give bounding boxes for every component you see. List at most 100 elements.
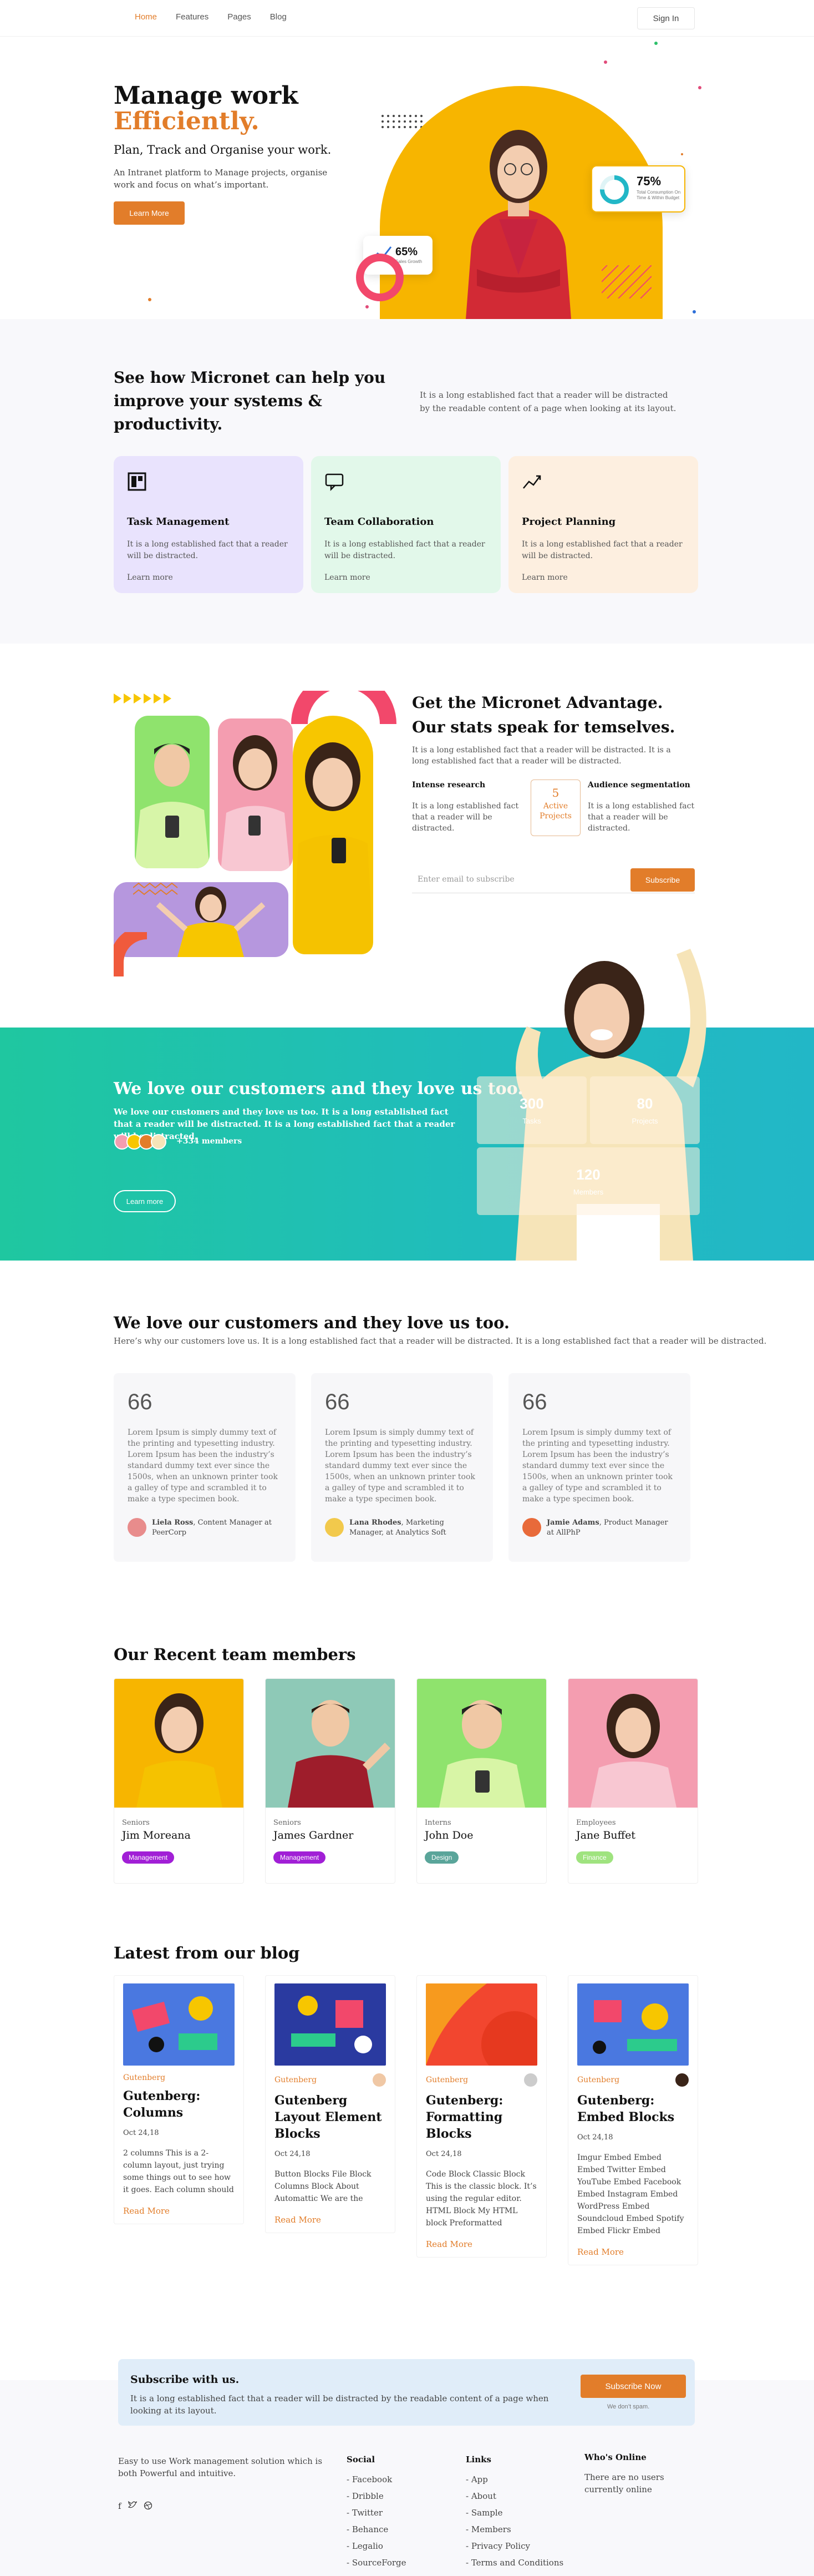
- person-illustration: [439, 1700, 525, 1808]
- dribbble-icon[interactable]: [144, 2501, 152, 2510]
- avatar: [128, 1518, 146, 1537]
- nav-item-pages[interactable]: Pages: [227, 12, 251, 22]
- team-member-card[interactable]: Interns John Doe Design: [416, 1678, 547, 1884]
- member-photo: [568, 1679, 698, 1808]
- footer-link[interactable]: - Sample: [466, 2504, 563, 2521]
- footer-link[interactable]: - Twitter: [347, 2504, 406, 2521]
- nav-links: Home Features Pages Blog: [135, 12, 287, 22]
- illustration-people: [593, 2000, 677, 2054]
- blog-category[interactable]: Gutenberg: [426, 2076, 468, 2084]
- footer-link[interactable]: - Legalio: [347, 2538, 406, 2554]
- audience-segmentation-column: Audience segmentation It is a long estab…: [588, 780, 699, 834]
- subscribe-now-button[interactable]: Subscribe Now: [581, 2375, 686, 2398]
- hero-title-line1: Manage work: [114, 82, 298, 110]
- avatar: [522, 1518, 541, 1537]
- feature-card-text: It is a long established fact that a rea…: [127, 540, 288, 560]
- feature-card-task-management: Task Management It is a long established…: [114, 456, 303, 593]
- facebook-icon[interactable]: f: [118, 2501, 121, 2511]
- team-member-card[interactable]: Seniors James Gardner Management: [265, 1678, 395, 1884]
- footer-online-column: Who's Online There are no users currentl…: [584, 2451, 695, 2496]
- blog-post-card: Gutenberg Gutenberg: Columns Oct 24,18 2…: [114, 1975, 244, 2224]
- testimonial-card: 66 Lorem Ipsum is simply dummy text of t…: [114, 1373, 296, 1562]
- stat-label: Members: [573, 1188, 604, 1196]
- footer-description: Easy to use Work management solution whi…: [118, 2456, 323, 2478]
- subscribe-button[interactable]: Subscribe: [630, 868, 695, 892]
- consumption-caption: Total Consumption On Time & Within Budge…: [637, 190, 681, 200]
- subscribe-box-text: It is a long established fact that a rea…: [130, 2393, 549, 2416]
- blog-post-date: Oct 24,18: [274, 2150, 311, 2158]
- team-title: Our Recent team members: [114, 1645, 356, 1664]
- top-navbar: Home Features Pages Blog Sign In: [0, 0, 814, 37]
- blog-category[interactable]: Gutenberg: [577, 2076, 619, 2084]
- person-illustration: [288, 1700, 390, 1808]
- blog-post-title[interactable]: Gutenberg: Columns: [123, 2088, 235, 2121]
- twitter-icon[interactable]: [128, 2501, 137, 2509]
- red-quarter-decoration: [114, 932, 147, 976]
- footer-link[interactable]: - Members: [466, 2521, 563, 2538]
- footer-social-column: Social - Facebook - Dribble - Twitter - …: [347, 2451, 406, 2571]
- layout-icon: [128, 472, 146, 491]
- footer-link[interactable]: - About: [466, 2488, 563, 2504]
- feature-learn-more-link[interactable]: Learn more: [522, 573, 685, 582]
- footer-social-icons: f: [118, 2501, 152, 2511]
- blog-category[interactable]: Gutenberg: [274, 2076, 317, 2084]
- blog-post-title[interactable]: Gutenberg Layout Element Blocks: [274, 2092, 386, 2142]
- footer-link[interactable]: - Terms and Conditions: [466, 2554, 563, 2571]
- read-more-link[interactable]: Read More: [123, 2206, 235, 2216]
- footer-link[interactable]: - SourceForge: [347, 2554, 406, 2571]
- hero-title-accent: Efficiently.: [114, 107, 260, 135]
- stat-number: 80: [637, 1095, 653, 1112]
- member-role: Employees: [576, 1819, 616, 1827]
- consumption-card: 75% Total Consumption On Time & Within B…: [591, 165, 685, 212]
- member-name: Jim Moreana: [122, 1829, 191, 1841]
- footer-column-title: Who's Online: [584, 2452, 647, 2462]
- blog-post-title[interactable]: Gutenberg: Embed Blocks: [577, 2092, 689, 2125]
- footer-links-column: Links - App - About - Sample - Members -…: [466, 2451, 563, 2571]
- member-avatars: [114, 1134, 166, 1150]
- nav-item-home[interactable]: Home: [135, 12, 157, 22]
- blog-post-title[interactable]: Gutenberg: Formatting Blocks: [426, 2092, 537, 2142]
- member-tag: Management: [122, 1851, 175, 1864]
- feature-card-title: Project Planning: [522, 516, 616, 528]
- read-more-link[interactable]: Read More: [274, 2215, 386, 2225]
- advantage-title: Get the Micronet Advantage. Our stats sp…: [412, 694, 675, 736]
- member-photo: [417, 1679, 546, 1808]
- footer-link[interactable]: - Behance: [347, 2521, 406, 2538]
- person-illustration: [136, 1693, 222, 1808]
- chat-icon: [325, 473, 344, 492]
- hero-description: An Intranet platform to Manage projects,…: [114, 168, 328, 190]
- read-more-link[interactable]: Read More: [426, 2239, 537, 2249]
- blog-category-row: Gutenberg: [577, 2073, 689, 2087]
- footer-link[interactable]: - Privacy Policy: [466, 2538, 563, 2554]
- nav-item-blog[interactable]: Blog: [270, 12, 287, 22]
- hero-subtitle: Plan, Track and Organise your work.: [114, 143, 332, 156]
- read-more-link[interactable]: Read More: [577, 2247, 689, 2257]
- footer-link[interactable]: - Dribble: [347, 2488, 406, 2504]
- blog-post-excerpt: Imgur Embed Embed Embed Twitter Embed Yo…: [577, 2153, 684, 2235]
- team-member-card[interactable]: Seniors Jim Moreana Management: [114, 1678, 244, 1884]
- features-title: See how Micronet can help you improve yo…: [114, 368, 386, 433]
- nav-item-features[interactable]: Features: [176, 12, 208, 22]
- member-tag: Finance: [576, 1851, 613, 1864]
- online-status-text: There are no users currently online: [584, 2472, 664, 2494]
- stripes-decoration: [602, 265, 652, 298]
- feature-learn-more-link[interactable]: Learn more: [324, 573, 487, 582]
- author-name: Lana Rhodes: [349, 1519, 401, 1527]
- sign-in-button[interactable]: Sign In: [637, 7, 695, 29]
- customers-learn-more-button[interactable]: Learn more: [114, 1190, 176, 1212]
- hero-learn-more-button[interactable]: Learn More: [114, 201, 185, 225]
- hero-woman-image: [466, 130, 571, 319]
- column-text: It is a long established fact that a rea…: [412, 802, 519, 833]
- blog-post-card: Gutenberg Gutenberg: Formatting Blocks O…: [416, 1975, 547, 2258]
- feature-card-text: It is a long established fact that a rea…: [324, 540, 485, 560]
- team-member-card[interactable]: Employees Jane Buffet Finance: [568, 1678, 698, 1884]
- footer-link[interactable]: - App: [466, 2471, 563, 2488]
- abstract-shapes: [426, 1983, 537, 2066]
- footer-link[interactable]: - Facebook: [347, 2471, 406, 2488]
- blog-post-date: Oct 24,18: [577, 2133, 613, 2142]
- members-count: +334 members: [176, 1137, 242, 1146]
- feature-learn-more-link[interactable]: Learn more: [127, 573, 290, 582]
- blog-post-card: Gutenberg Gutenberg Layout Element Block…: [265, 1975, 395, 2233]
- blog-category[interactable]: Gutenberg: [123, 2073, 165, 2082]
- stat-members-card: 120 Members: [477, 1147, 700, 1215]
